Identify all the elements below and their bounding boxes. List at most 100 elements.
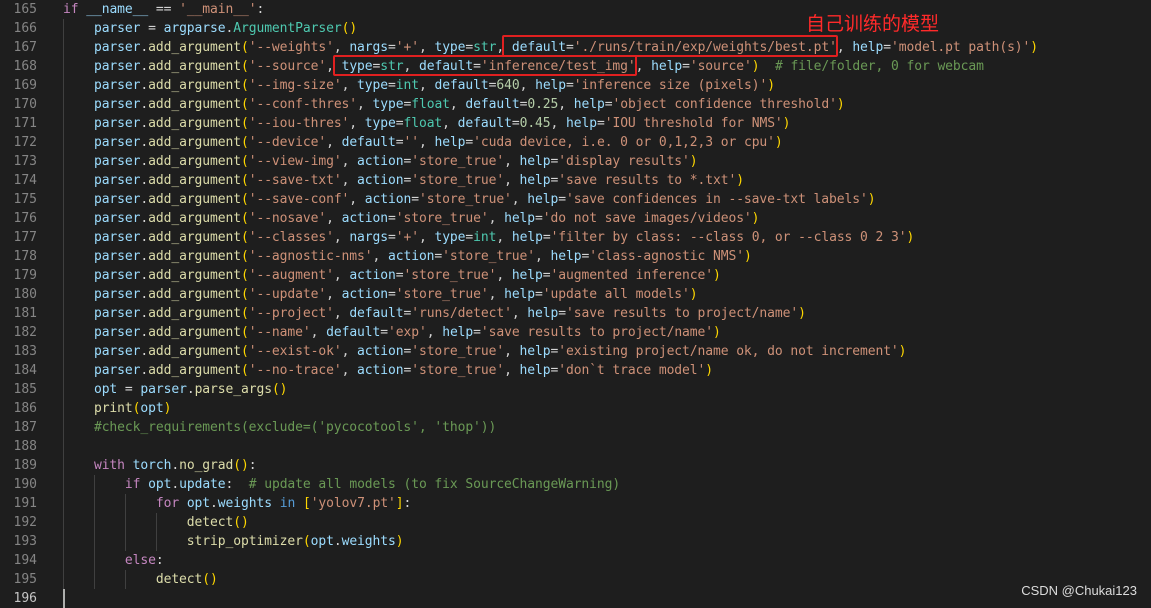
code-token: action xyxy=(357,154,404,169)
code-editor[interactable]: 165 if __name__ == '__main__': 166 parser … xyxy=(0,0,1151,608)
code-line[interactable]: 171 parser.add_argument('--iou-thres', t… xyxy=(0,114,1151,133)
code-line[interactable]: 170 parser.add_argument('--conf-thres', … xyxy=(0,95,1151,114)
code-token: ( xyxy=(302,534,311,549)
code-token: nargs xyxy=(349,230,388,245)
code-token: = xyxy=(465,230,474,245)
code-line[interactable]: 191 for opt.weights in ['yolov7.pt']: xyxy=(0,494,1151,513)
code-token: 640 xyxy=(496,78,520,93)
code-line[interactable]: 165 if __name__ == '__main__': xyxy=(0,0,1151,19)
code-token: = xyxy=(542,268,551,283)
code-line[interactable]: 187 #check_requirements(exclude=('pycoco… xyxy=(0,418,1151,437)
code-token: . xyxy=(140,211,149,226)
code-token: 'IOU threshold for NMS' xyxy=(604,116,783,131)
code-line[interactable]: 174 parser.add_argument('--save-txt', ac… xyxy=(0,171,1151,190)
code-token: , xyxy=(511,192,528,207)
code-line[interactable]: 189 with torch.no_grad(): xyxy=(0,456,1151,475)
code-token: ( xyxy=(240,230,249,245)
code-token: 'filter by class: --class 0, or --class … xyxy=(550,230,907,245)
code-line[interactable]: 195 detect() xyxy=(0,570,1151,589)
code-line[interactable]: 172 parser.add_argument('--device', defa… xyxy=(0,133,1151,152)
code-line[interactable]: 175 parser.add_argument('--save-conf', a… xyxy=(0,190,1151,209)
code-token: . xyxy=(140,249,149,264)
code-token: add_argument xyxy=(148,306,241,321)
code-token: () xyxy=(341,21,358,36)
code-line[interactable]: 173 parser.add_argument('--view-img', ac… xyxy=(0,152,1151,171)
line-number: 168 xyxy=(13,59,37,74)
code-token: parser xyxy=(93,21,141,36)
code-line[interactable]: 176 parser.add_argument('--nosave', acti… xyxy=(0,209,1151,228)
code-line[interactable]: 190 if opt.update: # update all models (… xyxy=(0,475,1151,494)
text-cursor xyxy=(63,589,65,608)
code-token: add_argument xyxy=(148,78,241,93)
code-token: ( xyxy=(240,211,249,226)
line-number: 173 xyxy=(13,154,37,169)
code-token: , xyxy=(333,40,350,55)
code-line[interactable]: 169 parser.add_argument('--img-size', ty… xyxy=(0,76,1151,95)
code-token: , xyxy=(333,230,350,245)
code-text: opt = parser.parse_args() xyxy=(63,380,288,399)
code-line[interactable]: 196 xyxy=(0,589,1151,608)
code-token: = xyxy=(682,59,690,74)
code-line[interactable]: 178 parser.add_argument('--agnostic-nms'… xyxy=(0,247,1151,266)
code-line[interactable]: 192 detect() xyxy=(0,513,1151,532)
code-line[interactable]: 180 parser.add_argument('--update', acti… xyxy=(0,285,1151,304)
code-line[interactable]: 181 parser.add_argument('--project', def… xyxy=(0,304,1151,323)
line-number: 195 xyxy=(13,572,37,587)
code-token: = xyxy=(411,192,419,207)
code-token: add_argument xyxy=(148,230,241,245)
line-number: 182 xyxy=(13,325,37,340)
line-number: 185 xyxy=(13,382,37,397)
code-text: #check_requirements(exclude=('pycocotool… xyxy=(63,418,496,437)
code-token: , xyxy=(519,78,536,93)
code-token: float xyxy=(411,97,450,112)
code-line[interactable]: 193 strip_optimizer(opt.weights) xyxy=(0,532,1151,551)
code-token: help xyxy=(442,325,474,340)
code-token: . xyxy=(140,135,149,150)
code-token: ( xyxy=(240,325,249,340)
code-token: : xyxy=(155,553,164,568)
code-token: 'don`t trace model' xyxy=(558,363,706,378)
code-token: ( xyxy=(240,78,249,93)
code-token: parse_args xyxy=(194,382,272,397)
code-token: default xyxy=(457,116,512,131)
code-token: = xyxy=(388,230,396,245)
code-token: add_argument xyxy=(148,363,241,378)
code-token: , xyxy=(504,154,520,169)
code-token: = xyxy=(596,116,605,131)
code-token: ) xyxy=(798,306,806,321)
code-token: add_argument xyxy=(148,287,241,302)
code-line[interactable]: 188 xyxy=(0,437,1151,456)
code-line[interactable]: 185 opt = parser.parse_args() xyxy=(0,380,1151,399)
code-token: . xyxy=(140,287,149,302)
code-token: default xyxy=(465,97,520,112)
code-token: add_argument xyxy=(148,97,241,112)
code-token: action xyxy=(341,211,389,226)
code-line[interactable]: 186 print(opt) xyxy=(0,399,1151,418)
code-token: = xyxy=(388,211,396,226)
code-text: detect() xyxy=(63,513,249,532)
code-token: '--conf-thres' xyxy=(248,97,358,112)
code-token: float xyxy=(403,116,443,131)
code-token: , xyxy=(488,287,505,302)
code-line[interactable]: 177 parser.add_argument('--classes', nar… xyxy=(0,228,1151,247)
code-line[interactable]: 182 parser.add_argument('--name', defaul… xyxy=(0,323,1151,342)
code-token: () xyxy=(271,382,288,397)
code-line[interactable]: 183 parser.add_argument('--exist-ok', ac… xyxy=(0,342,1151,361)
code-line[interactable]: 194 else: xyxy=(0,551,1151,570)
code-token: add_argument xyxy=(148,249,241,264)
code-token: update xyxy=(179,477,226,492)
code-token: ) xyxy=(782,116,791,131)
code-token: weights xyxy=(217,496,272,511)
code-token: 'store_true' xyxy=(403,268,497,283)
code-text: parser.add_argument('--view-img', action… xyxy=(63,152,698,171)
code-token: opt xyxy=(148,477,172,492)
code-line[interactable]: 184 parser.add_argument('--no-trace', ac… xyxy=(0,361,1151,380)
code-token: ) xyxy=(713,325,721,340)
code-line[interactable]: 179 parser.add_argument('--augment', act… xyxy=(0,266,1151,285)
